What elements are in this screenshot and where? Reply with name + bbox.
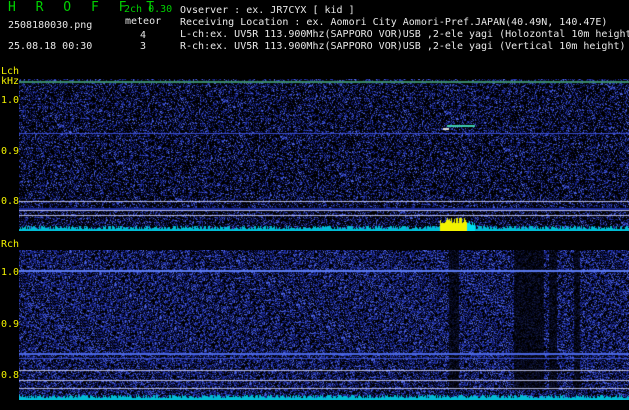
- datetime-label: 25.08.18 00:30: [8, 41, 93, 52]
- filename-label: 2508180030.png: [8, 20, 93, 31]
- meteor-label: meteor: [125, 16, 162, 27]
- rch-receiver-info: R-ch:ex. UV5R 113.900Mhz(SAPPORO VOR)USB…: [180, 41, 626, 52]
- channel-mode-label: 2ch 0.30: [124, 4, 173, 15]
- lch-spectrogram-canvas: [19, 79, 629, 231]
- rch-meteor-count: 3: [140, 41, 147, 52]
- lch-spectrogram: [19, 79, 629, 231]
- lch-receiver-info: L-ch:ex. UV5R 113.900Mhz(SAPPORO VOR)USB…: [180, 29, 629, 40]
- lch-unit-label: kHz: [1, 76, 20, 87]
- lch-meteor-count: 4: [140, 30, 147, 41]
- location-info: Receiving Location : ex. Aomori City Aom…: [180, 17, 608, 28]
- observer-info: Ovserver : ex. JR7CYX [ kid ]: [180, 5, 355, 16]
- rch-tick-0.8: 0.8: [1, 370, 20, 381]
- rch-spectrogram: [19, 250, 629, 400]
- rch-tick-1.0: 1.0: [1, 267, 20, 278]
- rch-tick-0.9: 0.9: [1, 319, 20, 330]
- rch-spectrogram-canvas: [19, 250, 629, 400]
- lch-tick-0.8: 0.8: [1, 196, 20, 207]
- lch-tick-1.0: 1.0: [1, 95, 20, 106]
- lch-tick-0.9: 0.9: [1, 146, 20, 157]
- rch-label: Rch: [1, 239, 20, 250]
